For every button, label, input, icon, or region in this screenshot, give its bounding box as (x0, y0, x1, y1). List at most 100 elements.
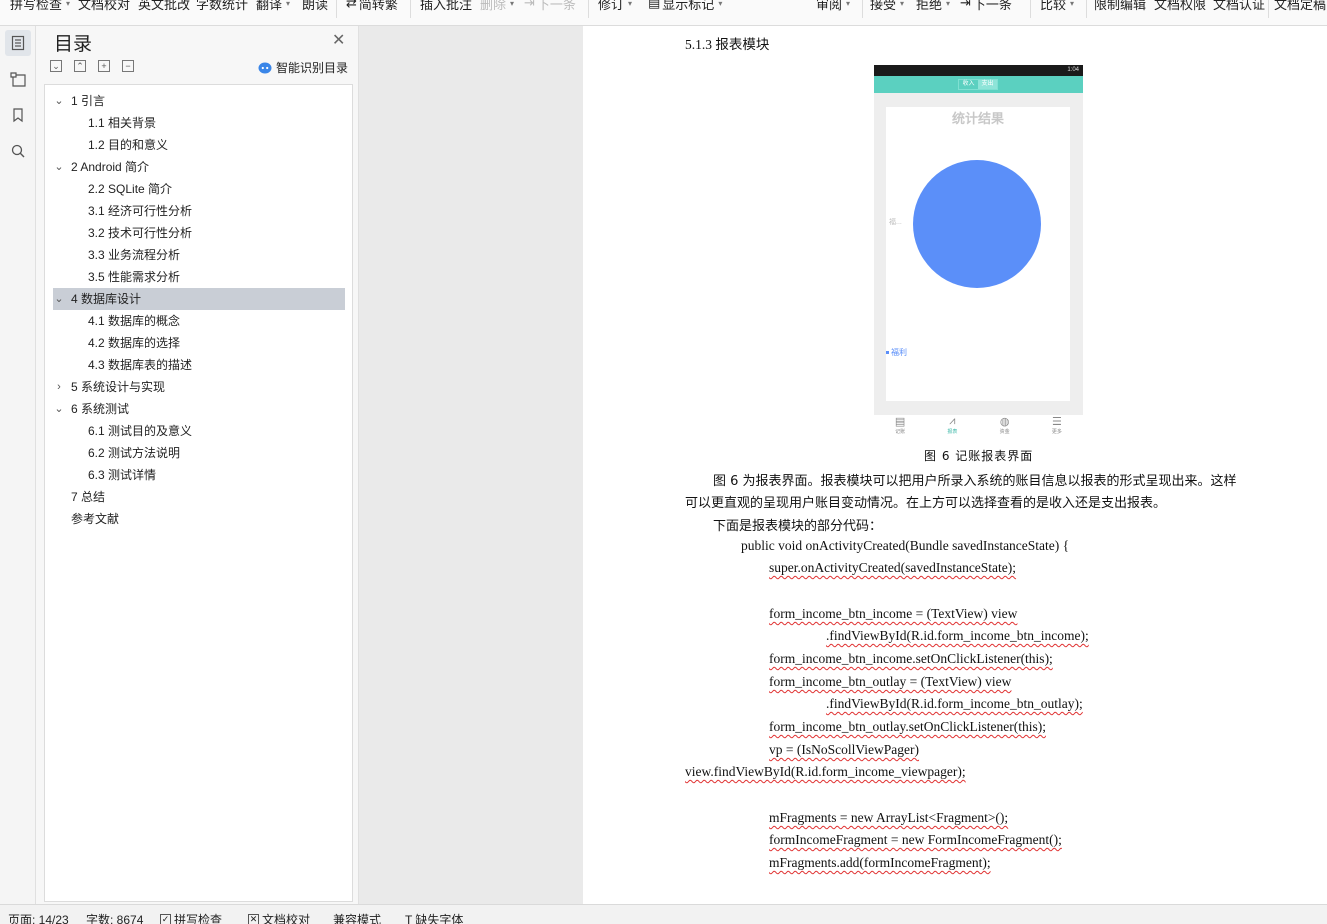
markup-icon: ▤ (648, 0, 661, 10)
spell-check-status[interactable]: ✓ 拼写检查 (160, 911, 222, 924)
slice-label: 福... (889, 219, 902, 226)
chevron-down-icon[interactable]: ⌄ (53, 398, 65, 420)
proofread-button[interactable]: 文档校对 (78, 0, 130, 13)
code-line: .findViewById(R.id.form_income_btn_outla… (826, 696, 1083, 711)
chevron-down-icon: ▾ (286, 0, 291, 8)
font-icon: T̰ (405, 912, 413, 924)
chevron-down-icon: ▾ (900, 0, 905, 8)
section-heading: 5.1.3 报表模块 (685, 37, 770, 52)
toc-item[interactable]: 6.1 测试目的及意义 (53, 420, 345, 442)
doc-permission-button[interactable]: 文档权限 (1154, 0, 1206, 13)
toc-item[interactable]: 4.3 数据库表的描述 (53, 354, 345, 376)
chart-icon: ⩘ (949, 415, 956, 427)
convert-icon: ⇄ (346, 0, 357, 10)
toc-item[interactable]: 1.2 目的和意义 (53, 134, 345, 156)
toc-item[interactable]: 6.3 测试详情 (53, 464, 345, 486)
toc-item[interactable]: 3.2 技术可行性分析 (53, 222, 345, 244)
search-icon[interactable] (5, 138, 31, 164)
read-aloud-button[interactable]: 朗读 (302, 0, 328, 13)
toc-item[interactable]: 3.1 经济可行性分析 (53, 200, 345, 222)
toc-item[interactable]: ⌄ 6 系统测试 (53, 398, 345, 420)
doc-finalize-button[interactable]: 文档定稿 (1274, 0, 1326, 13)
chevron-down-icon: ▾ (946, 0, 951, 8)
paragraph-line: 可以更直观的呈现用户账目变动情况。在上方可以选择查看的是收入还是支出报表。 (685, 496, 1167, 511)
pie-chart (913, 160, 1041, 288)
nav-item: ☰ 更多 (1031, 415, 1083, 439)
collapse-all-icon[interactable]: ⌄ (50, 60, 62, 72)
expand-up-icon[interactable]: ⌃ (74, 60, 86, 72)
nav-item: ◍ 资金 (979, 415, 1031, 439)
toc-item[interactable]: 参考文献 (53, 508, 345, 530)
word-count-button[interactable]: 字数统计 (196, 0, 248, 13)
restrict-edit-button[interactable]: 限制编辑 (1094, 0, 1146, 13)
toc-item[interactable]: 2.2 SQLite 简介 (53, 178, 345, 200)
chevron-down-icon: ▾ (1070, 0, 1075, 8)
toc-item[interactable]: › 5 系统设计与实现 (53, 376, 345, 398)
toc-item[interactable]: 6.2 测试方法说明 (53, 442, 345, 464)
translate-button[interactable]: 翻译 ▾ (256, 0, 290, 13)
toc-title: 目录 (54, 34, 93, 55)
checkbox-icon: ✓ (160, 914, 171, 924)
code-line: form_income_btn_outlay = (TextView) view (769, 674, 1012, 689)
toc-icon[interactable] (5, 30, 31, 56)
document-page[interactable]: 5.1.3 报表模块 1:04 收入 支出 统计结果 福... 福利 ▤ 记账 ⩘… (583, 26, 1327, 904)
navigation-pane-icon[interactable] (5, 66, 31, 92)
chevron-down-icon: ▾ (718, 0, 723, 8)
show-markup-button[interactable]: ▤ 显示标记 ▾ (648, 0, 722, 13)
nav-item: ▤ 记账 (874, 415, 926, 439)
word-count[interactable]: 字数: 8674 (86, 911, 143, 924)
english-correct-button[interactable]: 英文批改 (138, 0, 190, 13)
simp-to-trad-button[interactable]: ⇄ 简转繁 (346, 0, 398, 13)
income-outlay-tabs: 收入 支出 (958, 79, 998, 90)
code-line: mFragments.add(formIncomeFragment); (769, 855, 991, 870)
proofread-status[interactable]: ✕ 文档校对 (248, 911, 310, 924)
missing-font-button[interactable]: T̰ 缺失字体 (405, 911, 463, 924)
toc-item[interactable]: 7 总结 (53, 486, 345, 508)
report-screenshot: 1:04 收入 支出 统计结果 福... 福利 ▤ 记账 ⩘ 报表 ◍ 资金 ☰ 更多 (874, 65, 1083, 439)
chevron-down-icon[interactable]: ⌄ (53, 156, 65, 178)
next-change-button[interactable]: ⇥ 下一条 (960, 0, 1012, 13)
doc-certify-button[interactable]: 文档认证 (1213, 0, 1265, 13)
tab-income: 收入 (962, 81, 975, 87)
page-indicator[interactable]: 页面: 14/23 (8, 911, 69, 924)
nav-item: ⩘ 报表 (926, 415, 978, 439)
legend-swatch (886, 351, 889, 354)
toc-item[interactable]: 1.1 相关背景 (53, 112, 345, 134)
code-line: formIncomeFragment = new FormIncomeFragm… (769, 832, 1062, 847)
chevron-down-icon[interactable]: ⌄ (53, 288, 65, 310)
chevron-down-icon: ▾ (66, 0, 71, 8)
close-icon[interactable]: ✕ (332, 30, 345, 50)
toc-item-selected[interactable]: ⌄ 4 数据库设计 (53, 288, 345, 310)
toc-item[interactable]: 3.5 性能需求分析 (53, 266, 345, 288)
toc-item[interactable]: ⌄ 2 Android 简介 (53, 156, 345, 178)
compare-button[interactable]: 比较 ▾ (1040, 0, 1074, 13)
next-comment-button[interactable]: ⇥ 下一条 (524, 0, 576, 13)
chevron-right-icon[interactable]: › (53, 376, 65, 398)
accept-button[interactable]: 接受 ▾ (870, 0, 904, 13)
toc-item[interactable]: 3.3 业务流程分析 (53, 244, 345, 266)
checkbox-icon: ✕ (248, 914, 259, 924)
remove-heading-icon[interactable]: − (122, 60, 134, 72)
smart-recognize-toc-button[interactable]: 智能识别目录 (258, 59, 348, 76)
track-changes-button[interactable]: 修订 ▾ (598, 0, 632, 13)
code-line: .findViewById(R.id.form_income_btn_incom… (826, 628, 1089, 643)
robot-icon (258, 62, 272, 73)
bookmark-icon[interactable] (5, 102, 31, 128)
toc-item[interactable]: 4.2 数据库的选择 (53, 332, 345, 354)
delete-comment-button[interactable]: 删除 ▾ (480, 0, 514, 13)
insert-comment-button[interactable]: 插入批注 (420, 0, 472, 13)
toc-item[interactable]: ⌄ 1 引言 (53, 90, 345, 112)
toc-item[interactable]: 4.1 数据库的概念 (53, 310, 345, 332)
more-icon: ☰ (1051, 416, 1062, 428)
review-pane-button[interactable]: 审阅 ▾ (816, 0, 850, 13)
phone-bottom-nav: ▤ 记账 ⩘ 报表 ◍ 资金 ☰ 更多 (874, 415, 1083, 439)
reject-button[interactable]: 拒绝 ▾ (916, 0, 950, 13)
spell-check-button[interactable]: 拼写检查 ▾ (10, 0, 70, 13)
tab-outlay: 支出 (978, 80, 997, 89)
phone-header-bar: 收入 支出 (874, 76, 1083, 93)
code-line: form_income_btn_income = (TextView) view (769, 606, 1018, 621)
add-heading-icon[interactable]: + (98, 60, 110, 72)
toc-panel: 目录 ✕ ⌄ ⌃ + − 智能识别目录 ⌄ 1 引言 1.1 相关背景 1.2 目… (36, 26, 359, 904)
document-gutter (359, 26, 583, 904)
chevron-down-icon[interactable]: ⌄ (53, 90, 65, 112)
